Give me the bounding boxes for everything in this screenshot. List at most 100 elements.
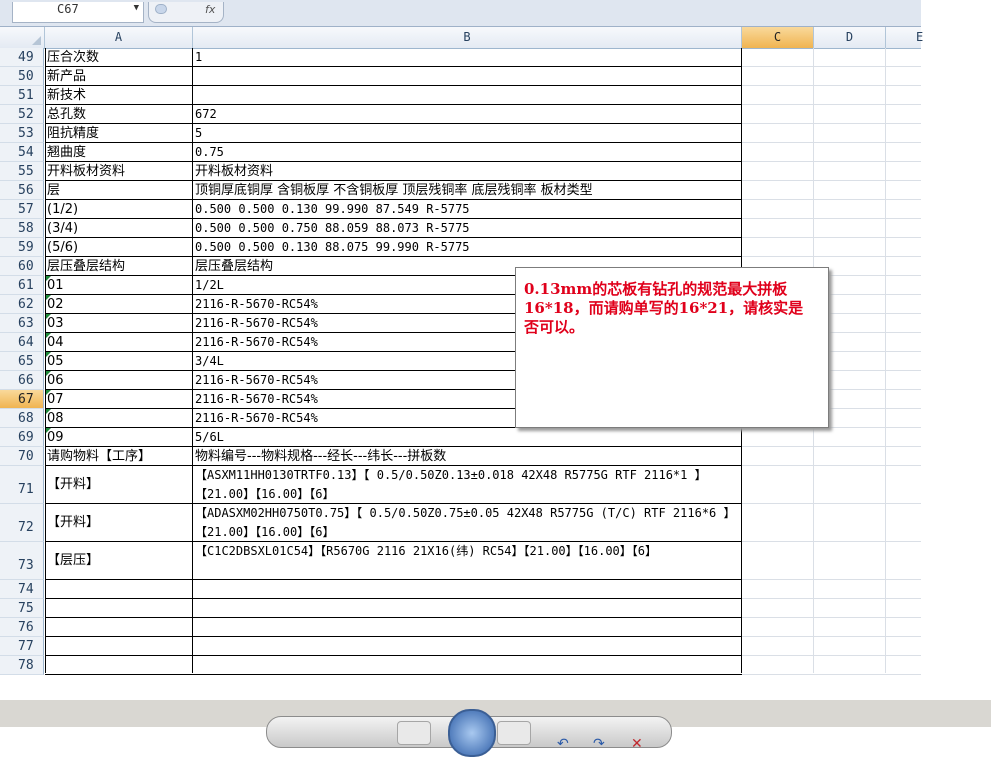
rotate-left-icon[interactable]: ↶ [557, 736, 569, 752]
row-header[interactable]: 49 [0, 48, 44, 67]
cell-b[interactable] [194, 656, 741, 675]
cell-a[interactable]: 04 [46, 333, 192, 352]
cell-a[interactable]: (3/4) [46, 219, 192, 238]
cell-a[interactable]: 【开料】 [46, 466, 192, 504]
cell-b[interactable] [194, 618, 741, 637]
select-all-button[interactable] [0, 27, 45, 48]
row-header[interactable]: 73 [0, 542, 44, 580]
row-header[interactable]: 53 [0, 124, 44, 143]
cell-b[interactable]: 0.500 0.500 0.130 88.075 99.990 R-5775 [194, 238, 741, 257]
cell-b[interactable]: 0.500 0.500 0.750 88.059 88.073 R-5775 [194, 219, 741, 238]
cell-a[interactable]: 请购物料【工序】 [46, 447, 192, 466]
cell-a[interactable]: 层压叠层结构 [46, 257, 192, 276]
cell-a[interactable] [46, 599, 192, 618]
cell-b[interactable] [194, 67, 741, 86]
row-header[interactable]: 58 [0, 219, 44, 238]
cell-b[interactable]: 顶铜厚底铜厚 含铜板厚 不含铜板厚 顶层残铜率 底层残铜率 板材类型 [194, 181, 741, 200]
cell-a[interactable]: (1/2) [46, 200, 192, 219]
cell-b[interactable] [194, 599, 741, 618]
cell-a[interactable]: 压合次数 [46, 48, 192, 67]
cell-comment[interactable]: 0.13mm的芯板有钻孔的规范最大拼板16*18，而请购单写的16*21，请核实… [515, 267, 829, 428]
cell-b[interactable]: 【ADASXM02HH0750T0.75】【 0.5/0.50Z0.75±0.0… [194, 504, 741, 542]
cell-a[interactable]: 09 [46, 428, 192, 447]
cell-a[interactable] [46, 618, 192, 637]
cell-a[interactable]: 08 [46, 409, 192, 428]
cell-a[interactable] [46, 580, 192, 599]
cell-b[interactable]: 1 [194, 48, 741, 67]
row-header[interactable]: 64 [0, 333, 44, 352]
cell-a[interactable]: 总孔数 [46, 105, 192, 124]
insert-function-button[interactable]: fx [148, 2, 224, 23]
cell-a[interactable]: 翘曲度 [46, 143, 192, 162]
cell-a[interactable]: 新技术 [46, 86, 192, 105]
cell-a[interactable] [46, 656, 192, 675]
row-header[interactable]: 69 [0, 428, 44, 447]
row-header[interactable]: 52 [0, 105, 44, 124]
play-slideshow-button[interactable] [448, 709, 496, 757]
cell-b[interactable]: 【C1C2DBSXL01C54】【R5670G 2116 21X16(纬) RC… [194, 542, 741, 580]
row-header[interactable]: 66 [0, 371, 44, 390]
row-header[interactable]: 62 [0, 295, 44, 314]
row-header[interactable]: 63 [0, 314, 44, 333]
row-header[interactable]: 68 [0, 409, 44, 428]
cell-a[interactable]: 新产品 [46, 67, 192, 86]
cell-b[interactable]: 0.500 0.500 0.130 99.990 87.549 R-5775 [194, 200, 741, 219]
cell-b[interactable]: 672 [194, 105, 741, 124]
row-header[interactable]: 56 [0, 181, 44, 200]
cell-b[interactable] [194, 580, 741, 599]
cell-b[interactable] [194, 86, 741, 105]
cell-b[interactable]: 5 [194, 124, 741, 143]
row-header[interactable]: 54 [0, 143, 44, 162]
row-header[interactable]: 61 [0, 276, 44, 295]
cell-a[interactable]: 07 [46, 390, 192, 409]
column-header-e[interactable]: E [886, 27, 923, 48]
rotate-right-icon[interactable]: ↷ [593, 736, 605, 752]
row-header[interactable]: 67 [0, 390, 44, 409]
cell-b[interactable]: 物料编号---物料规格---经长---纬长---拼板数 [194, 447, 741, 466]
row-header[interactable]: 50 [0, 67, 44, 86]
column-header-a[interactable]: A [45, 27, 193, 48]
row-header[interactable]: 57 [0, 200, 44, 219]
cell-b[interactable]: 【ASXM11HH0130TRTF0.13】【 0.5/0.50Z0.13±0.… [194, 466, 741, 504]
row-header[interactable]: 78 [0, 656, 44, 675]
cell-a[interactable]: (5/6) [46, 238, 192, 257]
row-header[interactable]: 65 [0, 352, 44, 371]
row-header[interactable]: 51 [0, 86, 44, 105]
chevron-down-icon[interactable]: ▼ [134, 2, 139, 14]
cell-a[interactable]: 03 [46, 314, 192, 333]
row-header[interactable]: 60 [0, 257, 44, 276]
cell-b[interactable]: 5/6L [194, 428, 741, 447]
cell-a[interactable]: 02 [46, 295, 192, 314]
cell-a[interactable]: 阻抗精度 [46, 124, 192, 143]
bottom-toolbar: ↶ ↷ ✕ [0, 700, 991, 757]
cell-a[interactable]: 01 [46, 276, 192, 295]
row-header[interactable]: 76 [0, 618, 44, 637]
row-header[interactable]: 75 [0, 599, 44, 618]
cell-a[interactable]: 【开料】 [46, 504, 192, 542]
column-header-b[interactable]: B [193, 27, 742, 48]
next-button[interactable] [497, 721, 531, 745]
row-header[interactable]: 72 [0, 504, 44, 542]
column-header-c[interactable]: C [742, 27, 814, 48]
column-header-d[interactable]: D [814, 27, 886, 48]
cell-b[interactable] [194, 637, 741, 656]
delete-icon[interactable]: ✕ [631, 736, 643, 752]
cell-a[interactable] [46, 637, 192, 656]
row-header[interactable]: 74 [0, 580, 44, 599]
cell-b[interactable]: 开料板材资料 [194, 162, 741, 181]
name-box-value: C67 [57, 2, 79, 16]
name-box[interactable]: C67 ▼ [12, 2, 144, 23]
row-header[interactable]: 59 [0, 238, 44, 257]
row-header[interactable]: 70 [0, 447, 44, 466]
cell-b[interactable]: 0.75 [194, 143, 741, 162]
cell-a[interactable]: 【层压】 [46, 542, 192, 580]
cell-a[interactable]: 05 [46, 352, 192, 371]
cell-a[interactable]: 层 [46, 181, 192, 200]
cell-a[interactable]: 06 [46, 371, 192, 390]
previous-button[interactable] [397, 721, 431, 745]
row-header[interactable]: 71 [0, 466, 44, 504]
gridline [742, 636, 921, 637]
cell-a[interactable]: 开料板材资料 [46, 162, 192, 181]
row-header[interactable]: 55 [0, 162, 44, 181]
row-header[interactable]: 77 [0, 637, 44, 656]
